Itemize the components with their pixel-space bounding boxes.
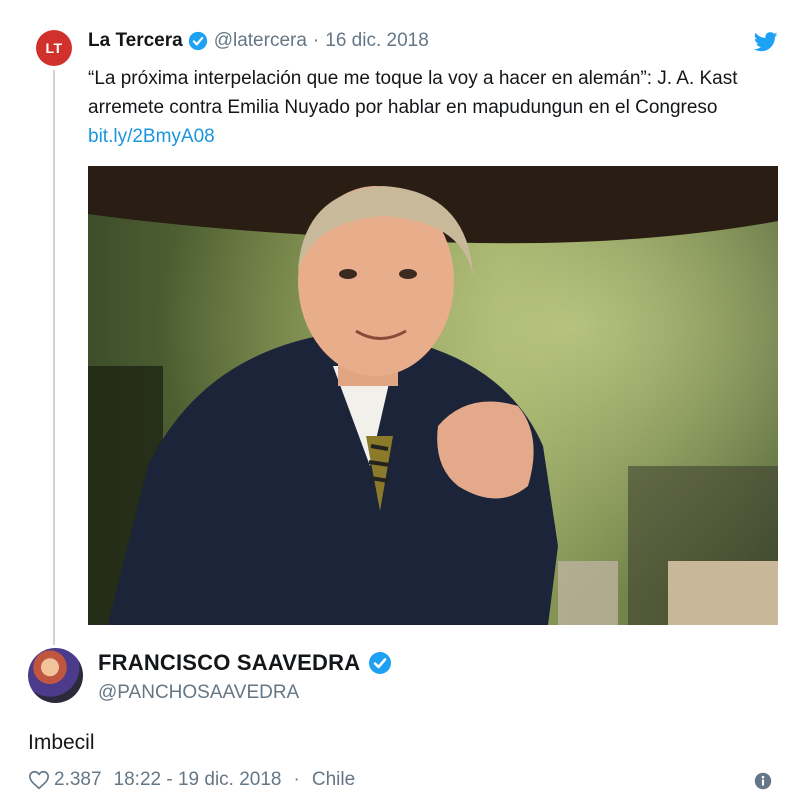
verified-badge-icon bbox=[188, 31, 207, 51]
quoted-author-name[interactable]: La Tercera bbox=[88, 30, 183, 52]
quoted-tweet-date[interactable]: 16 dic. 2018 bbox=[325, 30, 429, 52]
author-name[interactable]: FRANCISCO SAAVEDRA bbox=[98, 650, 360, 676]
thread-connector-line bbox=[53, 70, 55, 645]
verified-badge-icon bbox=[369, 652, 392, 674]
author-avatar[interactable] bbox=[28, 648, 83, 703]
info-icon[interactable] bbox=[754, 772, 772, 790]
tweet-photo[interactable] bbox=[88, 166, 778, 625]
meta-separator: · bbox=[293, 769, 300, 790]
heart-icon[interactable] bbox=[28, 769, 50, 791]
quoted-tweet-header: La Tercera @latercera · 16 dic. 2018 bbox=[88, 30, 429, 52]
quoted-author-handle[interactable]: @latercera bbox=[214, 30, 307, 52]
author-name-row: FRANCISCO SAAVEDRA bbox=[98, 650, 392, 676]
author-handle[interactable]: @PANCHOSAAVEDRA bbox=[98, 682, 299, 704]
twitter-bird-icon[interactable] bbox=[754, 32, 778, 52]
header-separator: · bbox=[312, 30, 320, 51]
tweet-meta: 2.387 18:22 - 19 dic. 2018 · Chile bbox=[28, 769, 367, 791]
quoted-tweet-body: “La próxima interpelación que me toque l… bbox=[88, 68, 738, 118]
tweet-location[interactable]: Chile bbox=[312, 769, 355, 791]
quoted-tweet-text: “La próxima interpelación que me toque l… bbox=[88, 64, 778, 151]
tweet-timestamp[interactable]: 18:22 - 19 dic. 2018 bbox=[114, 769, 282, 791]
quoted-tweet-link[interactable]: bit.ly/2BmyA08 bbox=[88, 126, 215, 147]
like-count[interactable]: 2.387 bbox=[54, 769, 102, 791]
photo-illustration bbox=[88, 166, 778, 625]
tweet-text: Imbecil bbox=[28, 731, 95, 754]
la-tercera-avatar[interactable]: LT bbox=[36, 30, 72, 66]
